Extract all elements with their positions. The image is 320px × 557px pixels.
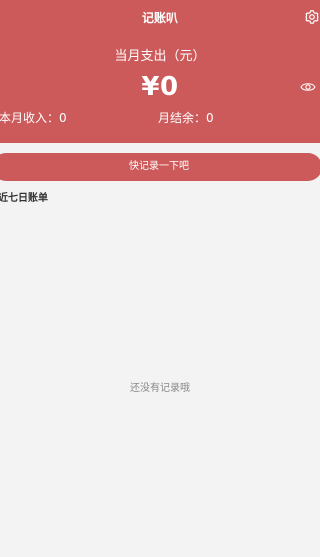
toggle-amount-visibility[interactable]: [300, 80, 316, 94]
month-expense-amount: ¥0: [141, 72, 179, 102]
gear-icon: [304, 9, 320, 25]
settings-button[interactable]: [304, 9, 320, 25]
month-expense-label: 当月支出（元）: [114, 49, 206, 64]
summary-header: 记账叭 当月支出（元） ¥0 本月收入：0 月结余：0: [0, 0, 320, 143]
eye-icon: [300, 80, 316, 94]
month-income: 本月收入：0: [0, 111, 67, 125]
app-title: 记账叭: [141, 11, 178, 25]
app-screen: 记账叭 当月支出（元） ¥0 本月收入：0 月结余：0 快记录一下吧 近七日账单: [0, 0, 320, 557]
month-balance: 月结余：0: [158, 111, 214, 125]
quick-record-button[interactable]: 快记录一下吧: [0, 153, 320, 181]
empty-state-message: 还没有记录哦: [130, 383, 190, 394]
recent-bills-title: 近七日账单: [0, 193, 48, 204]
